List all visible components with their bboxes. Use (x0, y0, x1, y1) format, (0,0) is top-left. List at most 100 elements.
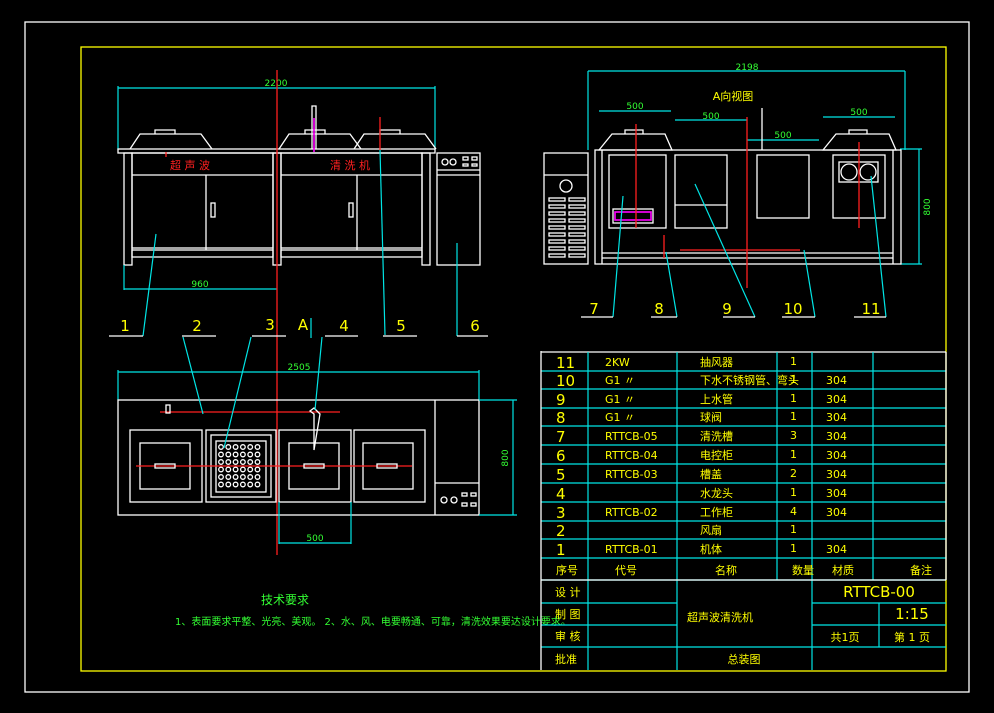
label-approve: 批准 (555, 652, 577, 666)
table-header-cell: 代号 (615, 564, 637, 577)
row-code: RTTCB-05 (605, 430, 658, 443)
table-header-cell: 备注 (910, 563, 932, 577)
basket-hole (247, 466, 254, 473)
callout-9: 9 (722, 300, 732, 318)
callouts-side: 7 8 9 10 11 (581, 300, 886, 318)
basket-hole (254, 451, 261, 458)
row-quantity: 1 (790, 542, 797, 555)
dim-500: 500 (774, 131, 791, 141)
basket-hole (247, 481, 254, 488)
label-drawn: 制 图 (555, 608, 581, 621)
basket-hole (239, 459, 246, 465)
basket-hole (247, 459, 254, 465)
dim-500: 500 (850, 108, 867, 118)
basket-hole (232, 466, 239, 473)
dim-500: 500 (626, 102, 643, 112)
outer-frame (24, 21, 970, 693)
tech-requirements-text: 1、表面要求平整、光亮、美观。 2、水、风、电要畅通、可靠，清洗效果要达设计要求… (175, 615, 571, 628)
row-number: 1 (556, 541, 566, 559)
basket-hole (232, 451, 239, 458)
fan-icon (840, 163, 858, 181)
row-number: 6 (556, 447, 566, 465)
row-name: 抽风器 (700, 355, 733, 369)
row-number: 3 (556, 504, 566, 522)
dim-2198: 2198 (736, 63, 759, 73)
scale: 1:15 (895, 605, 929, 623)
basket-hole (225, 481, 232, 488)
basket-hole (254, 459, 261, 465)
row-quantity: 1 (790, 373, 797, 386)
top-view: 2505 800 500 (117, 336, 517, 544)
row-name: 清洗槽 (700, 430, 733, 443)
row-code: RTTCB-04 (605, 449, 658, 462)
row-code: RTTCB-02 (605, 506, 658, 519)
row-number: 11 (556, 354, 575, 372)
lid-3 (353, 129, 437, 150)
basket-hole (254, 474, 261, 480)
row-quantity: 1 (790, 486, 797, 499)
callout-4: 4 (339, 317, 349, 335)
row-name: 机体 (700, 542, 722, 556)
row-name: 槽盖 (700, 467, 722, 481)
basket-hole (232, 481, 239, 488)
row-code: G1 〃 (605, 393, 635, 406)
row-quantity: 1 (790, 523, 797, 536)
lid-1 (129, 129, 213, 150)
row-number: 9 (556, 391, 566, 409)
callout-11: 11 (861, 300, 880, 318)
table-header-cell: 材质 (832, 563, 854, 577)
row-number: 10 (556, 372, 575, 390)
view-marker-a: A (298, 316, 309, 334)
basket-hole (239, 481, 246, 488)
basket-hole (239, 451, 246, 458)
row-material: 304 (826, 506, 847, 519)
table-header-cell: 数量 (792, 564, 814, 577)
row-quantity: 1 (790, 355, 797, 368)
label-design: 设 计 (555, 586, 581, 599)
row-name: 下水不锈钢管、弯头 (700, 373, 799, 387)
row-number: 2 (556, 522, 566, 540)
basket-hole (225, 451, 232, 458)
dim-500: 500 (306, 534, 323, 544)
callout-6: 6 (470, 317, 480, 335)
callout-2: 2 (192, 317, 202, 335)
row-name: 球阀 (700, 410, 722, 424)
row-name: 上水管 (700, 392, 733, 406)
label-cleaner: 清 洗 机 (330, 158, 370, 172)
basket-hole (218, 474, 224, 480)
door-handle (348, 202, 354, 218)
row-name: 风扇 (700, 523, 722, 537)
row-code: 2KW (605, 356, 630, 369)
fan-icon (859, 163, 877, 181)
basket-hole (232, 444, 239, 450)
callout-8: 8 (654, 300, 664, 318)
row-quantity: 2 (790, 467, 797, 480)
row-code: RTTCB-01 (605, 543, 658, 556)
row-material: 304 (826, 430, 847, 443)
basket-hole (239, 444, 246, 450)
door-handle (210, 202, 216, 218)
parts-table: 11 2KW 抽风器 110 G1 〃下水不锈钢管、弯头1 3049 G1 〃上水管 1 304… (541, 351, 947, 581)
lid-2 (278, 129, 362, 150)
basket-hole (239, 466, 246, 473)
basket-hole (218, 444, 224, 450)
basket-hole (247, 474, 254, 480)
label-ultrasonic: 超 声 波 (170, 158, 210, 172)
dim-2505: 2505 (288, 363, 311, 373)
row-name: 水龙头 (700, 487, 733, 500)
label-review: 审 核 (555, 629, 581, 643)
dim-960: 960 (191, 280, 208, 290)
cad-drawing-canvas: 2200 超 声 波 清 洗 机 960 1 2 3 A 4 5 6 2198 … (24, 21, 970, 693)
basket-hole (254, 444, 261, 450)
ultrasonic-tank (608, 154, 667, 229)
row-quantity: 3 (790, 429, 797, 442)
drawing-number: RTTCB-00 (843, 583, 915, 601)
row-name: 工作柜 (700, 506, 733, 519)
basket-hole (239, 474, 246, 480)
callouts-front: 1 2 3 A 4 5 6 (109, 316, 488, 337)
basket-hole (254, 481, 261, 488)
title-block: 设 计 制 图 审 核 批准 超声波清洗机 总装图 RTTCB-00 1:15 … (540, 351, 946, 670)
row-quantity: 1 (790, 410, 797, 423)
row-quantity: 1 (790, 392, 797, 405)
basket-hole (247, 444, 254, 450)
